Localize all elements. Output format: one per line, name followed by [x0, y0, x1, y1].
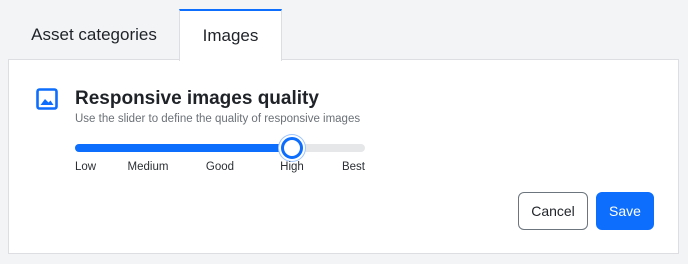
- images-settings-panel: Responsive images quality Use the slider…: [8, 59, 679, 254]
- slider-label-medium: Medium: [127, 161, 169, 173]
- tab-asset-categories[interactable]: Asset categories: [9, 9, 179, 60]
- tab-bar: Asset categories Images: [9, 9, 282, 61]
- slider-label-low: Low: [75, 161, 97, 173]
- slider-label-high: High: [280, 161, 304, 173]
- slider-label-best: Best: [341, 161, 365, 173]
- section-description: Use the slider to define the quality of …: [75, 113, 361, 125]
- slider-thumb[interactable]: [281, 137, 303, 159]
- cancel-button[interactable]: Cancel: [518, 192, 588, 230]
- image-icon: [36, 88, 58, 110]
- section-title: Responsive images quality: [75, 88, 319, 109]
- save-button[interactable]: Save: [596, 192, 654, 230]
- slider-labels: Low Medium Good High Best: [75, 161, 365, 177]
- slider-label-good: Good: [205, 161, 235, 173]
- slider-track[interactable]: [75, 144, 365, 152]
- slider-fill: [75, 144, 292, 152]
- tab-images[interactable]: Images: [179, 9, 282, 61]
- quality-slider[interactable]: [75, 137, 365, 159]
